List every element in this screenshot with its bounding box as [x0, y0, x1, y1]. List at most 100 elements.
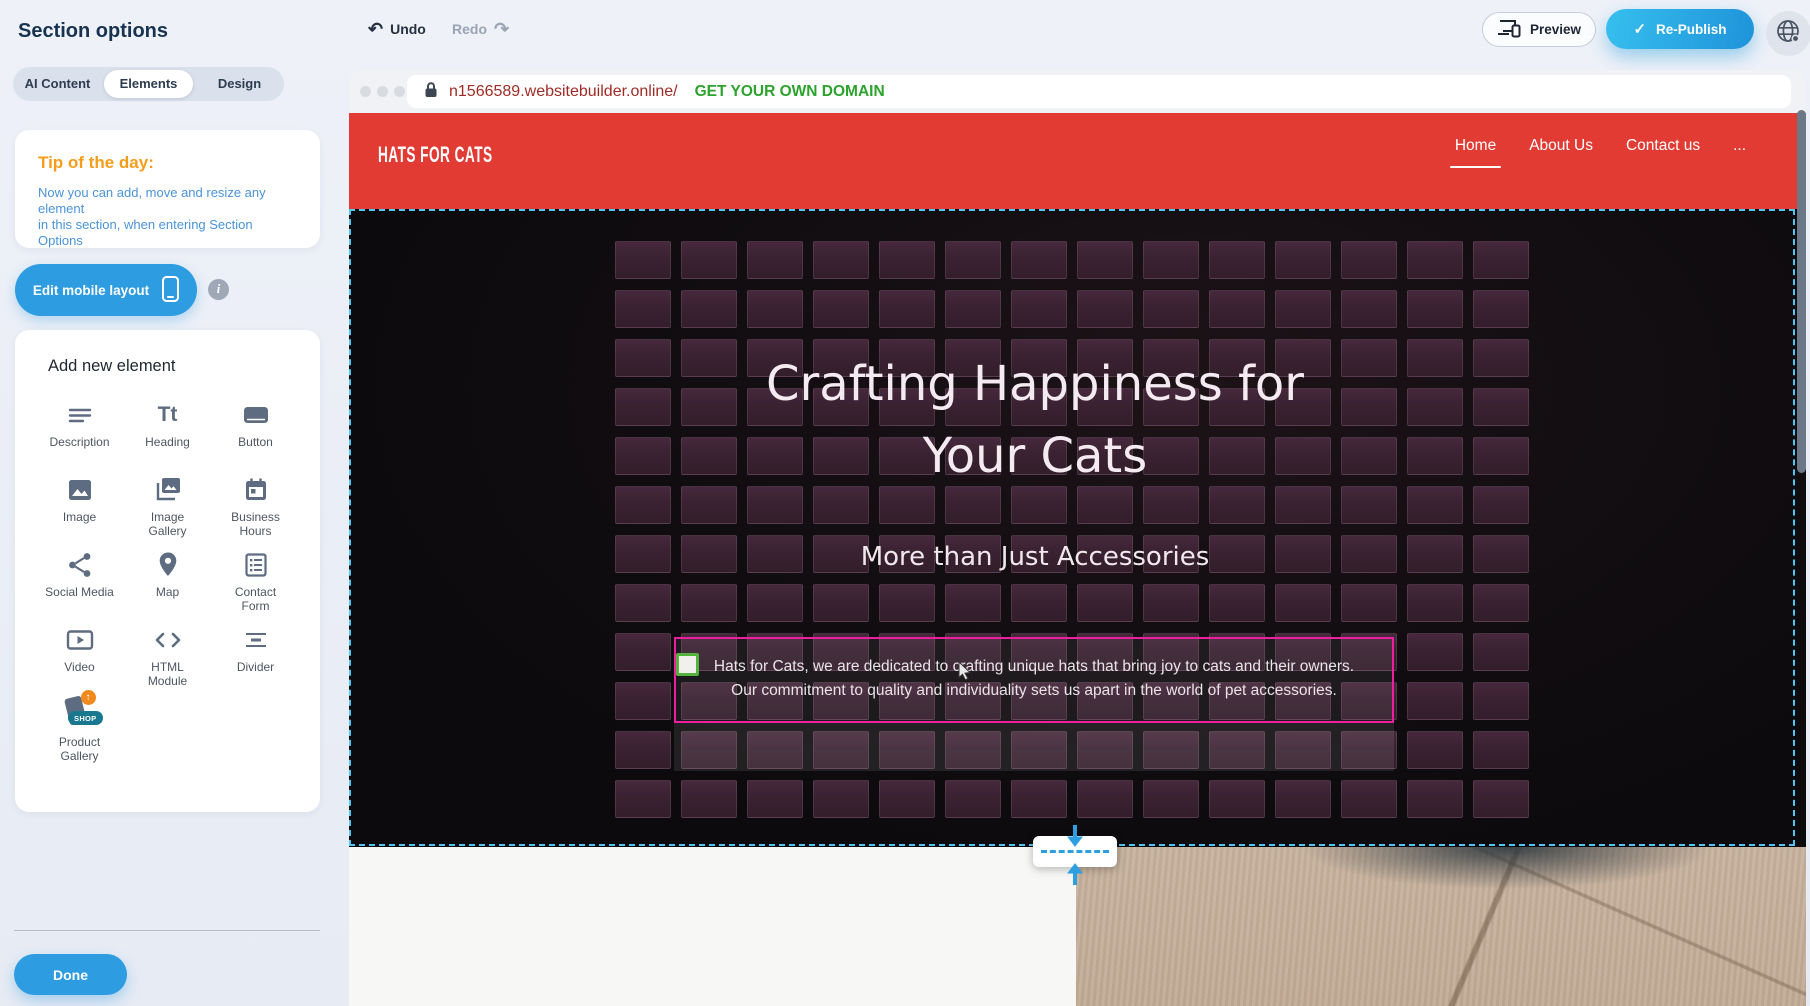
redo-icon: ↷: [494, 20, 509, 38]
element-label: Image Gallery: [148, 510, 186, 538]
element-label: Image: [63, 510, 96, 524]
republish-label: Re-Publish: [1656, 22, 1727, 37]
add-element-divider[interactable]: Divider: [212, 623, 300, 693]
nav-about-us[interactable]: About Us: [1529, 137, 1593, 168]
add-element-html-module[interactable]: HTML Module: [124, 623, 212, 693]
add-element-description[interactable]: Description: [36, 398, 124, 468]
globe-icon: [1775, 18, 1802, 50]
contact-form-icon: [243, 548, 269, 578]
get-domain-link[interactable]: GET YOUR OWN DOMAIN: [695, 83, 885, 101]
element-label: Product Gallery: [59, 735, 100, 763]
add-element-heading[interactable]: Tt Heading: [124, 398, 212, 468]
add-element-image[interactable]: Image: [36, 473, 124, 543]
redo-label: Redo: [452, 21, 487, 37]
edit-mobile-label: Edit mobile layout: [33, 283, 149, 298]
redo-button[interactable]: Redo ↷: [452, 20, 509, 38]
hero-heading[interactable]: Crafting Happiness for Your Cats: [349, 348, 1721, 492]
window-dots: [360, 86, 405, 97]
window-dot: [394, 86, 405, 97]
hero-paragraph[interactable]: Hats for Cats, we are dedicated to craft…: [685, 655, 1383, 703]
undo-icon: ↶: [368, 20, 383, 38]
address-bar[interactable]: n1566589.websitebuilder.online/ GET YOUR…: [407, 75, 1791, 108]
divider-icon: [243, 623, 269, 653]
tip-heading: Tip of the day:: [38, 153, 300, 173]
hero-subheading[interactable]: More than Just Accessories: [349, 542, 1721, 572]
add-element-image-gallery[interactable]: Image Gallery: [124, 473, 212, 543]
tip-body: Now you can add, move and resize any ele…: [38, 185, 300, 249]
heading-icon: Tt: [158, 398, 178, 428]
video-icon: [66, 623, 94, 653]
element-label: Video: [64, 660, 94, 674]
add-element-map[interactable]: Map: [124, 548, 212, 618]
site-viewport: HATS FOR CATS Home About Us Contact us .…: [349, 113, 1806, 1006]
done-button[interactable]: Done: [14, 954, 127, 995]
image-gallery-icon: [154, 473, 182, 503]
add-element-product-gallery[interactable]: ↑ SHOP Product Gallery: [36, 698, 124, 768]
page-title: Section options: [18, 20, 168, 43]
nav-more-ellipsis[interactable]: ...: [1733, 137, 1746, 168]
business-hours-icon: [243, 473, 269, 503]
devices-icon: [1497, 19, 1521, 41]
edit-mobile-layout-button[interactable]: Edit mobile layout: [15, 264, 197, 316]
resize-arrows-icon: [1033, 825, 1117, 885]
mouse-cursor: [958, 661, 972, 685]
product-gallery-icon: ↑ SHOP: [62, 698, 98, 728]
map-pin-icon: [155, 548, 181, 578]
tab-ai-content[interactable]: AI Content: [13, 70, 102, 98]
description-icon: [67, 398, 93, 428]
html-module-icon: [154, 623, 182, 653]
element-drag-handle[interactable]: [676, 653, 699, 676]
info-icon[interactable]: i: [208, 279, 229, 300]
element-label: Description: [49, 435, 109, 449]
add-element-grid: Description Tt Heading Button Image: [15, 398, 320, 768]
nav-home[interactable]: Home: [1455, 137, 1496, 168]
social-media-icon: [67, 548, 93, 578]
undo-button[interactable]: ↶ Undo: [368, 20, 426, 38]
element-label: Map: [156, 585, 179, 599]
undo-label: Undo: [390, 21, 426, 37]
element-label: Contact Form: [235, 585, 276, 613]
add-element-contact-form[interactable]: Contact Form: [212, 548, 300, 618]
browser-chrome: n1566589.websitebuilder.online/ GET YOUR…: [349, 70, 1806, 113]
button-icon: [242, 398, 270, 428]
window-dot: [377, 86, 388, 97]
element-label: Social Media: [45, 585, 114, 599]
window-dot: [360, 86, 371, 97]
site-url: n1566589.websitebuilder.online/: [449, 83, 678, 101]
element-label: Button: [238, 435, 273, 449]
phone-icon: [162, 276, 179, 305]
nav-contact-us[interactable]: Contact us: [1626, 137, 1700, 168]
add-element-button[interactable]: Button: [212, 398, 300, 468]
lock-icon: [424, 81, 438, 103]
element-label: Heading: [145, 435, 190, 449]
hover-highlight-band: [674, 723, 1394, 771]
site-logo[interactable]: HATS FOR CATS: [378, 143, 493, 169]
hero-section[interactable]: Crafting Happiness for Your Cats More th…: [349, 209, 1806, 847]
republish-button[interactable]: ✓ Re-Publish: [1606, 9, 1754, 49]
language-globe-button[interactable]: [1766, 11, 1810, 56]
add-element-video[interactable]: Video: [36, 623, 124, 693]
site-nav: Home About Us Contact us ...: [1455, 137, 1746, 168]
add-element-business-hours[interactable]: Business Hours: [212, 473, 300, 543]
preview-label: Preview: [1530, 22, 1581, 37]
floor-photo: [1076, 847, 1806, 1006]
element-label: HTML Module: [148, 660, 187, 688]
site-header[interactable]: HATS FOR CATS Home About Us Contact us .…: [349, 113, 1806, 209]
add-element-panel: Add new element Description Tt Heading B…: [15, 330, 320, 812]
image-icon: [67, 473, 93, 503]
add-element-title: Add new element: [15, 357, 320, 376]
tip-of-the-day-card: Tip of the day: Now you can add, move an…: [15, 130, 320, 248]
tab-elements[interactable]: Elements: [104, 70, 193, 98]
preview-button[interactable]: Preview: [1482, 12, 1596, 47]
hero-heading-line2: Your Cats: [349, 420, 1721, 492]
element-label: Business Hours: [231, 510, 280, 538]
element-label: Divider: [237, 660, 274, 674]
browser-preview: n1566589.websitebuilder.online/ GET YOUR…: [349, 70, 1806, 1006]
check-icon: ✓: [1633, 20, 1646, 38]
tab-design[interactable]: Design: [195, 70, 284, 98]
page-scrollbar[interactable]: [1797, 110, 1806, 473]
section-resize-handle[interactable]: [1033, 825, 1117, 885]
add-element-social-media[interactable]: Social Media: [36, 548, 124, 618]
panel-tabs: AI Content Elements Design: [13, 67, 284, 101]
app: Section options ↶ Undo Redo ↷ Preview ✓ …: [0, 0, 1810, 1006]
